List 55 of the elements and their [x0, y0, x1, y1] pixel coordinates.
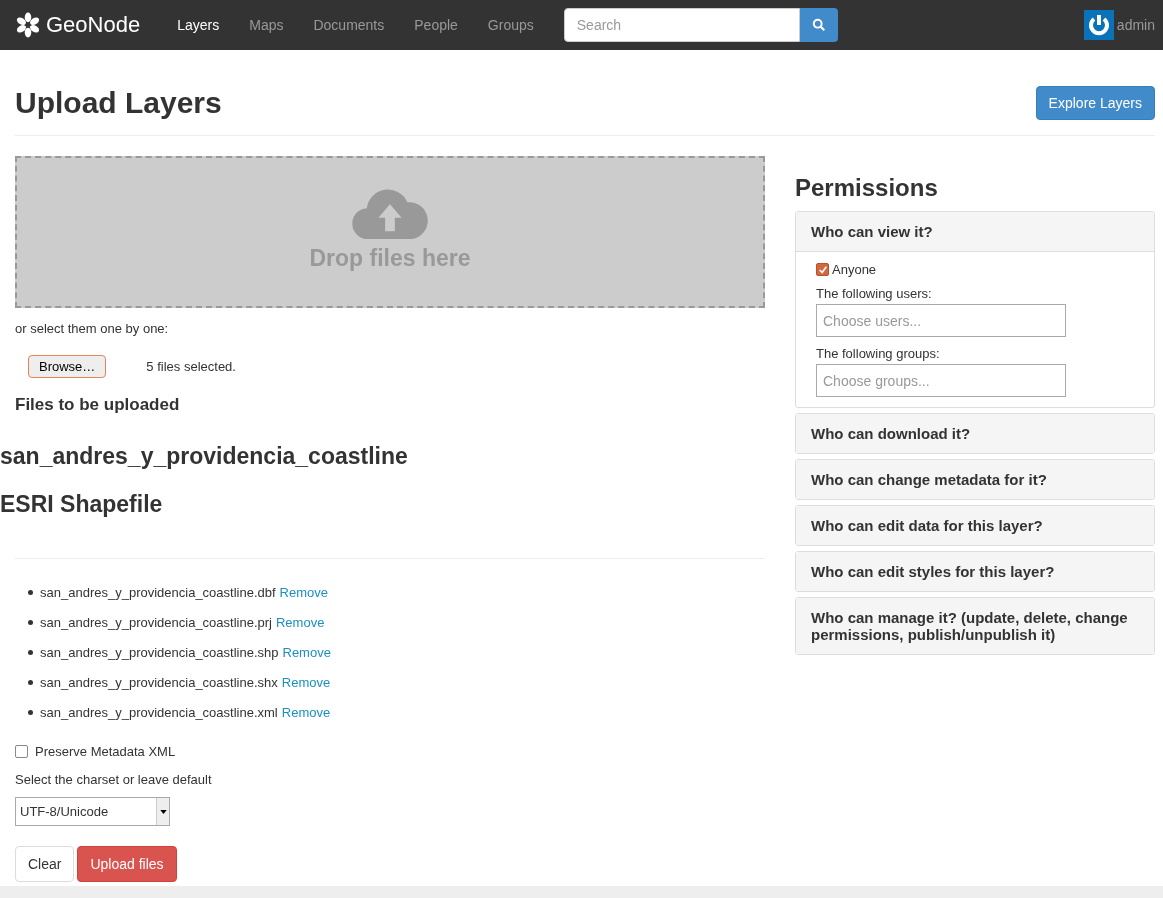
file-name: san_andres_y_providencia_coastline.xml	[40, 704, 278, 720]
remove-link[interactable]: Remove	[281, 704, 331, 720]
file-name: san_andres_y_providencia_coastline.prj	[40, 614, 272, 630]
checkbox[interactable]	[816, 263, 829, 276]
search-icon	[811, 18, 826, 32]
checkbox-label: Anyone	[832, 262, 877, 277]
remove-link[interactable]: Remove	[281, 674, 331, 690]
users-field[interactable]: Choose users...	[816, 304, 1066, 337]
panel-header[interactable]: Who can edit data for this layer?	[796, 506, 1154, 545]
explore-layers-button[interactable]: Explore Layers	[1035, 86, 1155, 120]
file-name: san_andres_y_providencia_coastline.shp	[40, 644, 279, 660]
search-field[interactable]: Search	[563, 8, 800, 42]
panel-header[interactable]: Who can view it?	[796, 212, 1154, 251]
nav-link[interactable]: Groups	[472, 17, 549, 33]
field-label: The following groups:	[816, 346, 941, 361]
remove-link[interactable]: Remove	[282, 644, 331, 660]
checkbox[interactable]	[15, 745, 28, 758]
browse-button[interactable]: Browse…	[28, 355, 107, 378]
file-name: san_andres_y_providencia_coastline.shx	[40, 674, 278, 690]
panel-header[interactable]: Who can change metadata for it?	[796, 460, 1154, 499]
groups-field[interactable]: Choose groups...	[816, 364, 1066, 397]
charset-dropdown[interactable]: UTF-8/Unicode	[15, 797, 170, 826]
select-hint: or select them one by one:	[15, 321, 170, 336]
nav-link[interactable]: Maps	[234, 17, 299, 33]
bullet-icon	[28, 619, 33, 625]
file-status: 5 files selected.	[146, 359, 236, 374]
panel-header[interactable]: Who can edit styles for this layer?	[796, 552, 1154, 591]
remove-link[interactable]: Remove	[279, 584, 329, 600]
caret-icon	[159, 809, 167, 814]
file-name: san_andres_y_providencia_coastline.dbf	[40, 584, 276, 600]
nav-link[interactable]: People	[399, 17, 473, 33]
nav-link[interactable]: Layers	[162, 17, 235, 33]
page-title: Upload Layers	[15, 86, 222, 120]
remove-link[interactable]: Remove	[276, 614, 325, 630]
bullet-icon	[28, 679, 33, 685]
clear-button[interactable]: Clear	[15, 846, 75, 882]
bullet-icon	[28, 649, 33, 655]
section-title: Permissions	[795, 174, 939, 202]
layer-name: san_andres_y_providencia_coastline	[0, 443, 409, 470]
bullet-icon	[28, 709, 33, 715]
charset-label: Select the charset or leave default	[15, 772, 213, 787]
power-icon	[1083, 10, 1114, 40]
field-label: The following users:	[816, 286, 933, 301]
upload-button[interactable]: Upload files	[77, 846, 177, 882]
user-menu[interactable]: admin	[1083, 10, 1155, 40]
checkbox-label: Preserve Metadata XML	[35, 744, 176, 759]
section-heading: Files to be uploaded	[15, 395, 181, 415]
search-button[interactable]	[799, 8, 838, 42]
panel-header[interactable]: Who can manage it? (update, delete, change permissions, publish/unpublish it)	[796, 598, 1154, 654]
brand-link[interactable]: GeoNode	[15, 12, 141, 38]
flower-logo-icon	[15, 12, 41, 38]
layer-type: ESRI Shapefile	[0, 491, 164, 518]
nav-link[interactable]: Documents	[298, 17, 400, 33]
panel-header[interactable]: Who can download it?	[796, 414, 1154, 453]
bullet-icon	[28, 589, 33, 595]
